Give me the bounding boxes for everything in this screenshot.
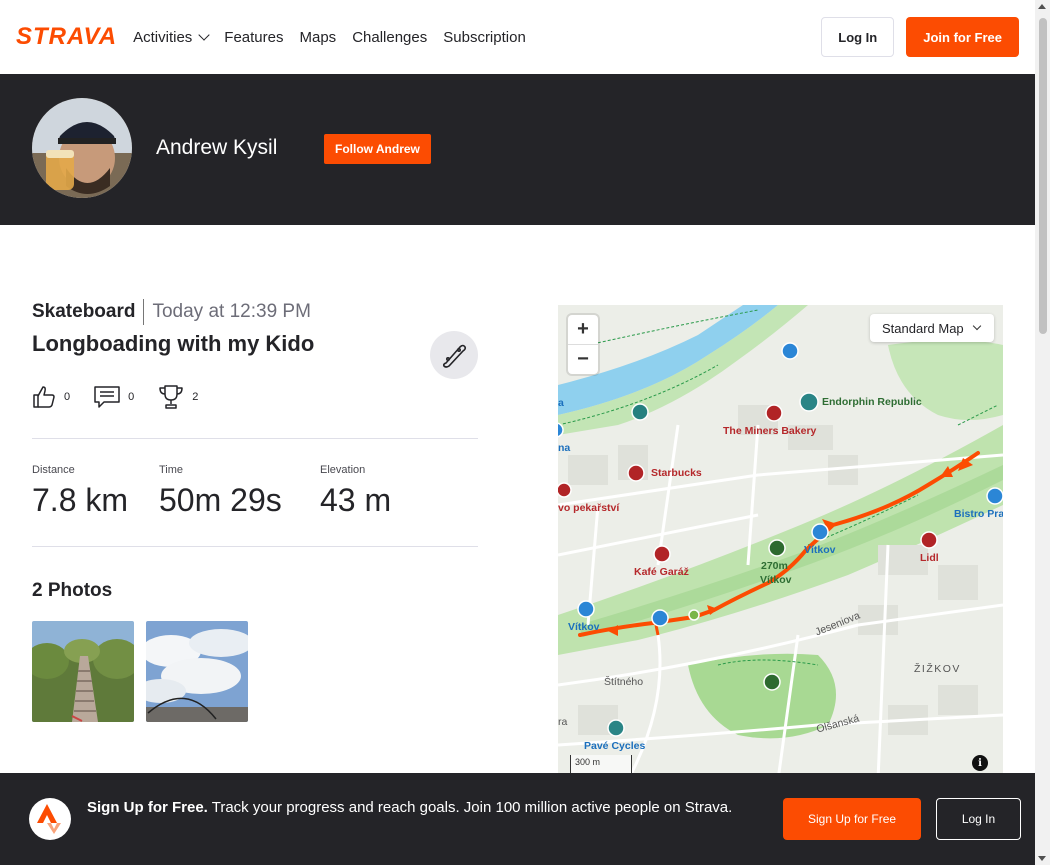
- stat-distance: Distance 7.8 km: [32, 464, 128, 519]
- scroll-up-arrow-icon[interactable]: [1038, 4, 1046, 9]
- activity-meta: Skateboard Today at 12:39 PM: [32, 299, 311, 325]
- map-label: Starbucks: [651, 467, 702, 479]
- strava-logo-icon: [29, 798, 71, 840]
- nav-maps[interactable]: Maps: [300, 29, 337, 46]
- top-nav: STRAVA Activities Features Maps Challeng…: [0, 0, 1035, 74]
- chevron-down-icon: [198, 29, 210, 41]
- map-label: Vítkov: [568, 621, 600, 633]
- page-scrollbar[interactable]: [1035, 0, 1050, 865]
- cta-message: Sign Up for Free. Track your progress an…: [87, 797, 747, 819]
- stat-value: 7.8 km: [32, 482, 129, 518]
- achievements-count: 2: [192, 391, 199, 403]
- stat-label: Distance: [32, 464, 75, 476]
- nav-activities[interactable]: Activities: [133, 28, 210, 46]
- trophy-icon: [159, 385, 183, 409]
- photo-thumbnail-1[interactable]: [32, 621, 134, 722]
- activity-title: Longboading with my Kido: [32, 331, 315, 356]
- map-label: a: [558, 397, 564, 409]
- map-label: ŽIŽKOV: [914, 663, 961, 675]
- scrollbar-thumb[interactable]: [1039, 18, 1047, 334]
- zoom-in-button[interactable]: +: [568, 315, 598, 344]
- stat-elevation: Elevation 43 m: [320, 464, 391, 519]
- map-label: Kafé Garáž: [634, 566, 689, 578]
- map-label: Endorphin Republic: [822, 396, 922, 408]
- divider: [32, 546, 478, 547]
- athlete-name[interactable]: Andrew Kysil: [156, 136, 277, 160]
- signup-cta-banner: Sign Up for Free. Track your progress an…: [0, 773, 1035, 865]
- map-label: The Miners Bakery: [723, 425, 817, 437]
- map-label: Vítkov: [804, 544, 836, 556]
- athlete-avatar[interactable]: [32, 98, 132, 198]
- meta-divider: [143, 299, 145, 325]
- map-label: ra: [558, 716, 568, 728]
- stat-value: 43 m: [320, 482, 392, 518]
- photos-heading: 2 Photos: [32, 580, 113, 601]
- map-label: Bistro Pra: [954, 508, 1003, 520]
- comments-count: 0: [128, 391, 135, 403]
- map-label: Lidl: [920, 552, 939, 564]
- comments-button[interactable]: 0: [94, 385, 134, 409]
- map-label: 270m: [761, 560, 788, 572]
- login-button[interactable]: Log In: [821, 17, 895, 57]
- kudos-count: 0: [64, 391, 71, 403]
- follow-button[interactable]: Follow Andrew: [324, 134, 431, 164]
- zoom-out-button[interactable]: −: [568, 345, 598, 374]
- cta-bold: Sign Up for Free.: [87, 799, 208, 816]
- nav-challenges[interactable]: Challenges: [352, 29, 427, 46]
- cta-body: Track your progress and reach goals. Joi…: [207, 799, 733, 816]
- divider: [32, 438, 478, 439]
- cta-login-button[interactable]: Log In: [936, 798, 1021, 840]
- chevron-down-icon: [972, 321, 981, 331]
- comment-icon: [94, 386, 120, 408]
- stat-value: 50m 29s: [159, 482, 282, 518]
- sport-type: Skateboard: [32, 301, 136, 322]
- nav-features[interactable]: Features: [224, 29, 283, 46]
- info-icon[interactable]: i: [972, 755, 988, 771]
- map-canvas: [558, 305, 1003, 780]
- photo-thumbnail-2[interactable]: [146, 621, 248, 722]
- map-label: na: [558, 442, 571, 454]
- map-label: Pavé Cycles: [584, 740, 646, 752]
- signup-button[interactable]: Sign Up for Free: [783, 798, 922, 840]
- map-style-label: Standard Map: [882, 320, 964, 336]
- map-label: Vítkov: [760, 574, 792, 586]
- join-button[interactable]: Join for Free: [906, 17, 1019, 57]
- strava-logo[interactable]: STRAVA: [16, 23, 117, 51]
- route-map[interactable]: + − Standard Map Endorphin Republic The …: [558, 305, 1003, 780]
- map-label: Štítného: [604, 676, 644, 688]
- activity-date: Today at 12:39 PM: [152, 301, 311, 322]
- stat-label: Time: [159, 464, 184, 476]
- thumbs-up-icon: [33, 386, 55, 408]
- scroll-down-arrow-icon[interactable]: [1038, 856, 1046, 861]
- nav-subscription[interactable]: Subscription: [443, 29, 526, 46]
- stat-time: Time 50m 29s: [159, 464, 282, 519]
- map-style-select[interactable]: Standard Map: [870, 314, 994, 342]
- kudos-button[interactable]: 0: [32, 385, 70, 409]
- athlete-banner: Andrew Kysil Follow Andrew: [0, 74, 1035, 225]
- skateboard-icon: [430, 331, 478, 379]
- social-actions: 0 0 2: [32, 384, 198, 410]
- stat-label: Elevation: [320, 464, 366, 476]
- map-zoom-control: + −: [568, 315, 598, 374]
- achievements-indicator[interactable]: 2: [158, 384, 198, 410]
- map-label: vo pekařství: [558, 502, 620, 514]
- nav-activities-label: Activities: [133, 28, 193, 46]
